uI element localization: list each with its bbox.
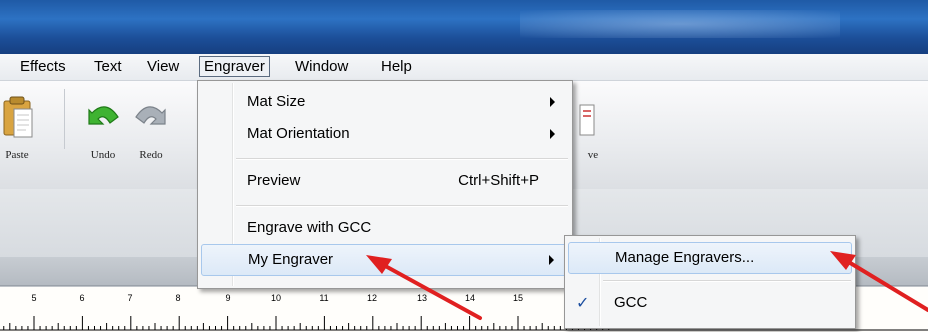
menu-view[interactable]: View xyxy=(143,57,183,76)
menu-item-mat-size[interactable]: Mat Size xyxy=(201,87,569,117)
ruler-label: 7 xyxy=(127,293,133,303)
submenu-arrow-icon xyxy=(550,97,555,107)
menu-item-label: GCC xyxy=(614,294,648,311)
toolbar-separator xyxy=(64,89,65,149)
menu-text[interactable]: Text xyxy=(90,57,126,76)
menu-item-label: Preview xyxy=(247,172,301,189)
redo-label: Redo xyxy=(139,149,163,161)
menu-item-shortcut: Ctrl+Shift+P xyxy=(458,172,539,189)
ruler-label: 13 xyxy=(416,293,428,303)
redo-icon xyxy=(135,106,166,125)
ruler-label: 9 xyxy=(225,293,231,303)
window-title-bar xyxy=(0,0,928,54)
ruler-label: 15 xyxy=(512,293,524,303)
menu-separator xyxy=(603,280,851,282)
paste-label: Paste xyxy=(5,149,29,161)
menu-item-my-engraver[interactable]: My Engraver xyxy=(201,244,569,276)
ruler-label: 12 xyxy=(366,293,378,303)
menu-separator xyxy=(236,158,568,160)
menu-item-preview[interactable]: Preview Ctrl+Shift+P xyxy=(201,166,569,196)
undo-icon xyxy=(88,106,119,125)
submenu-arrow-icon xyxy=(550,129,555,139)
menu-item-mat-orientation[interactable]: Mat Orientation xyxy=(201,119,569,149)
menu-window[interactable]: Window xyxy=(291,57,352,76)
ruler-label: 11 xyxy=(319,293,329,303)
redo-button[interactable]: Redo xyxy=(126,81,176,181)
menu-effects[interactable]: Effects xyxy=(16,57,70,76)
menu-item-gcc[interactable]: ✓ GCC xyxy=(568,288,852,318)
undo-button[interactable]: Undo xyxy=(78,81,128,181)
menu-item-engrave-with-gcc[interactable]: Engrave with GCC xyxy=(201,213,569,243)
menu-item-label: Engrave with GCC xyxy=(247,219,372,236)
undo-label: Undo xyxy=(90,149,116,161)
ruler-label: 5 xyxy=(31,293,37,303)
menu-separator xyxy=(236,205,568,207)
title-bar-glow xyxy=(520,10,840,38)
ruler-label: 8 xyxy=(175,293,181,303)
menu-item-label: Mat Size xyxy=(247,93,306,110)
menu-engraver[interactable]: Engraver xyxy=(199,56,270,77)
paste-icon xyxy=(3,96,33,138)
ruler-label: 10 xyxy=(270,293,282,303)
menu-item-manage-engravers[interactable]: Manage Engravers... xyxy=(568,242,852,274)
paste-button[interactable]: Paste xyxy=(0,81,42,181)
partial-label: ve xyxy=(587,149,599,161)
engraver-dropdown-menu: Mat Size Mat Orientation Preview Ctrl+Sh… xyxy=(197,80,573,289)
checkmark-icon: ✓ xyxy=(576,295,590,312)
menu-item-label: Manage Engravers... xyxy=(615,249,755,266)
menu-bar: Effects Text View Engraver Window Help xyxy=(0,54,928,81)
menu-help[interactable]: Help xyxy=(377,57,416,76)
ruler-label: 14 xyxy=(464,293,476,303)
submenu-arrow-icon xyxy=(549,255,554,265)
document-icon xyxy=(579,104,595,136)
my-engraver-submenu: Manage Engravers... ✓ GCC xyxy=(564,235,856,329)
menu-item-label: Mat Orientation xyxy=(247,125,350,142)
menu-item-label: My Engraver xyxy=(248,251,334,268)
ruler-label: 6 xyxy=(79,293,85,303)
